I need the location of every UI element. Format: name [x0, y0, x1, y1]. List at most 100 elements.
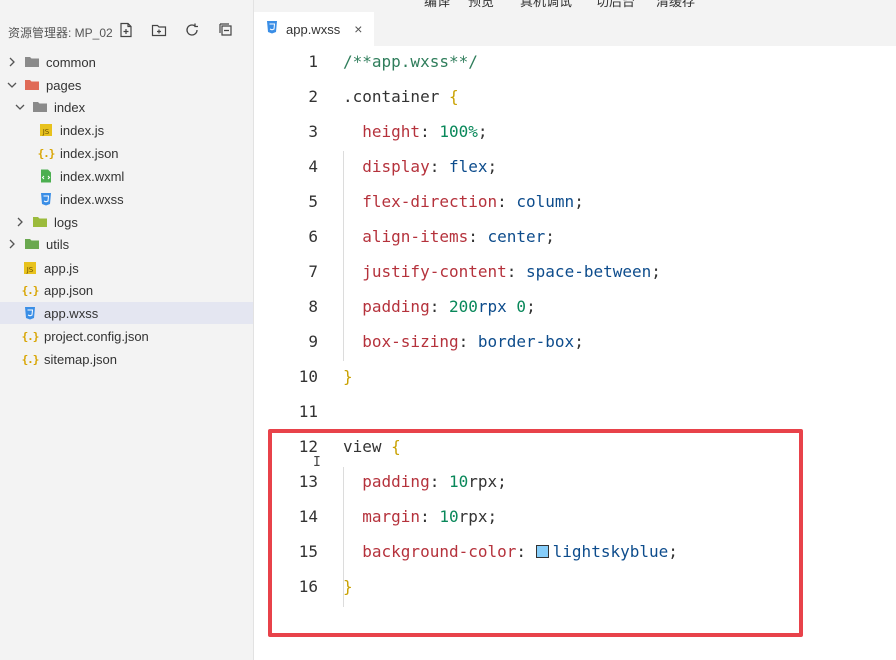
wxml-file-icon: [38, 168, 54, 184]
tree-folder-utils[interactable]: utils: [0, 233, 253, 255]
code-line: 7 justify-content: space-between;: [254, 256, 896, 291]
tree-label: common: [46, 54, 96, 70]
toolbar-clear-cache[interactable]: 清缓存: [656, 0, 695, 10]
json-file-icon: {.}: [21, 352, 40, 366]
code-text: .container {: [343, 87, 459, 106]
css3-file-icon: [22, 305, 38, 321]
code-line: 2 .container {: [254, 81, 896, 116]
svg-text:JS: JS: [42, 128, 50, 136]
line-number: 5: [308, 192, 318, 211]
code-line: 3 height: 100%;: [254, 116, 896, 151]
refresh-icon[interactable]: [182, 20, 202, 40]
editor-tab-bar: app.wxss ×: [254, 12, 896, 46]
tree-file-index-js[interactable]: JS index.js: [0, 119, 253, 141]
tree-file-index-json[interactable]: {.} index.json: [0, 142, 253, 164]
tree-label: index: [54, 99, 86, 115]
code-text: }: [343, 367, 353, 386]
tree-label: project.config.json: [44, 328, 149, 344]
tree-folder-common[interactable]: common: [0, 51, 253, 73]
line-number: 8: [308, 297, 318, 316]
tree-label: index.wxml: [60, 168, 125, 184]
line-number: 3: [308, 122, 318, 141]
code-line: 4 display: flex;: [254, 151, 896, 186]
code-line: 8 padding: 200rpx 0;: [254, 291, 896, 326]
chevron-right-icon: [6, 238, 18, 250]
code-text: view {: [343, 437, 401, 456]
code-text: background-color: lightskyblue;: [362, 542, 678, 561]
line-number: 4: [308, 157, 318, 176]
toolbar-device-debug[interactable]: 真机调试: [520, 0, 572, 10]
code-text: padding: 10rpx;: [362, 472, 507, 491]
folder-icon: [24, 54, 40, 70]
tree-file-index-wxml[interactable]: index.wxml: [0, 165, 253, 187]
tree-label: sitemap.json: [44, 351, 117, 367]
code-line: 5 flex-direction: column;: [254, 186, 896, 221]
tree-label: logs: [54, 214, 78, 230]
collapse-all-icon[interactable]: [216, 20, 236, 40]
tree-file-index-wxss[interactable]: index.wxss: [0, 188, 253, 210]
tree-file-sitemap-json[interactable]: {.} sitemap.json: [0, 348, 253, 370]
tree-folder-index[interactable]: index: [0, 96, 253, 118]
code-text: padding: 200rpx 0;: [362, 297, 536, 316]
js-file-icon: JS: [38, 122, 54, 138]
code-editor: app.wxss × 1 /**app.wxss**/ 2 .container…: [254, 12, 896, 660]
chevron-down-icon: [6, 79, 18, 91]
code-text: }: [343, 577, 353, 596]
line-number: 15: [298, 542, 318, 561]
explorer-sidebar: 资源管理器: MP_02 common pages index JS index…: [0, 0, 254, 660]
tree-label: index.json: [60, 145, 119, 161]
line-number: 2: [308, 87, 318, 106]
tree-label: index.wxss: [60, 191, 124, 207]
toolbar-background[interactable]: 切后台: [596, 0, 635, 10]
line-number: 7: [308, 262, 318, 281]
code-text: justify-content: space-between;: [362, 262, 661, 281]
top-toolbar: 编译 预览 真机调试 切后台 清缓存: [254, 0, 896, 12]
line-number: 6: [308, 227, 318, 246]
json-file-icon: {.}: [21, 329, 40, 343]
json-file-icon: {.}: [21, 283, 40, 297]
code-text: /**app.wxss**/: [343, 52, 478, 71]
line-number: 14: [298, 507, 318, 526]
code-line: 15 background-color: lightskyblue;: [254, 536, 896, 571]
line-number: 9: [308, 332, 318, 351]
css3-file-icon: [264, 19, 280, 40]
code-text: margin: 10rpx;: [362, 507, 498, 526]
tab-app-wxss[interactable]: app.wxss ×: [254, 12, 374, 46]
line-number: 11: [298, 402, 318, 421]
tree-file-app-wxss[interactable]: app.wxss: [0, 302, 253, 324]
chevron-right-icon: [6, 56, 18, 68]
folder-open-icon: [32, 99, 48, 115]
code-line: 14 margin: 10rpx;: [254, 501, 896, 536]
text-cursor-icon: I: [313, 455, 321, 470]
toolbar-preview[interactable]: 预览: [468, 0, 494, 10]
tree-file-app-json[interactable]: {.} app.json: [0, 279, 253, 301]
code-text: height: 100%;: [362, 122, 488, 141]
tree-folder-pages[interactable]: pages: [0, 74, 253, 96]
line-number: 1: [308, 52, 318, 71]
code-area[interactable]: 1 /**app.wxss**/ 2 .container { 3 height…: [254, 46, 896, 660]
code-text: flex-direction: column;: [362, 192, 584, 211]
code-line: 11: [254, 396, 896, 431]
color-swatch[interactable]: [535, 545, 549, 558]
code-line: 16 }: [254, 571, 896, 606]
toolbar-compile[interactable]: 编译: [424, 0, 450, 10]
tree-label: utils: [46, 236, 70, 252]
svg-text:JS: JS: [26, 266, 34, 274]
close-icon[interactable]: ×: [354, 21, 362, 37]
chevron-right-icon: [14, 216, 26, 228]
tree-file-app-js[interactable]: JS app.js: [0, 257, 253, 279]
line-number: 13: [298, 472, 318, 491]
line-number: 12: [298, 437, 318, 456]
code-line: 12 view {: [254, 431, 896, 466]
tree-file-project-config-json[interactable]: {.} project.config.json: [0, 325, 253, 347]
chevron-down-icon: [14, 101, 26, 113]
tree-folder-logs[interactable]: logs: [0, 211, 253, 233]
tab-label: app.wxss: [286, 21, 341, 37]
new-file-icon[interactable]: [116, 20, 136, 40]
tree-label: index.js: [60, 122, 105, 138]
new-folder-icon[interactable]: [149, 20, 169, 40]
code-text: align-items: center;: [362, 227, 555, 246]
code-line: 10 }: [254, 361, 896, 396]
tree-label: app.js: [44, 260, 79, 276]
code-line: 6 align-items: center;: [254, 221, 896, 256]
